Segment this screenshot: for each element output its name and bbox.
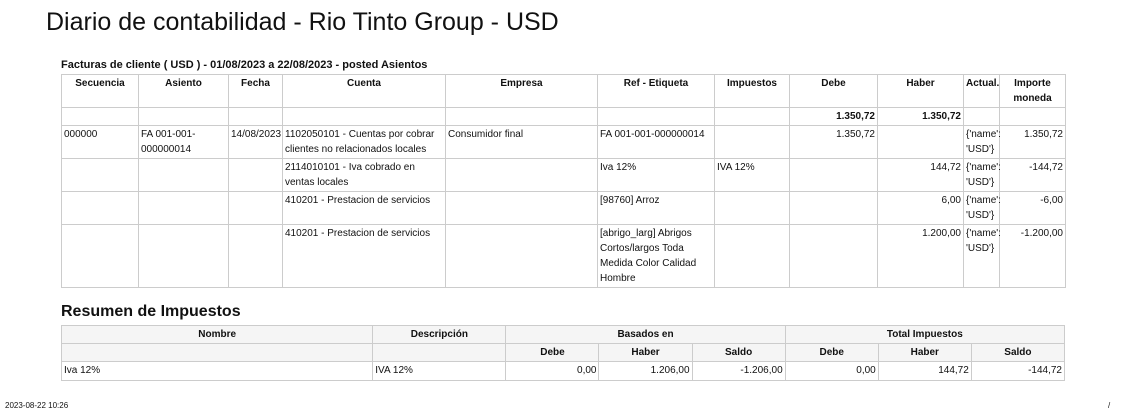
cell-nombre: Iva 12%: [60, 361, 374, 381]
cell-secuencia: [61, 158, 139, 192]
col-header: Debe: [505, 343, 600, 362]
cell-ref: [98760] Arroz: [597, 191, 715, 225]
journal-header-row: Secuencia Asiento Fecha Cuenta Empresa R…: [61, 74, 1066, 108]
cell-actual: {'name': 'USD'}: [963, 158, 1001, 192]
tax-subheader-row: Debe Haber Saldo Debe Haber Saldo: [60, 343, 1066, 362]
cell-tax-debe: 0,00: [784, 361, 879, 381]
cell-tax-saldo: -144,72: [970, 361, 1066, 381]
col-header: Importe moneda: [999, 74, 1066, 108]
cell-debe: [789, 224, 878, 288]
cell-empresa: [445, 158, 598, 192]
cell-impuestos: IVA 12%: [714, 158, 790, 192]
journal-table: Secuencia Asiento Fecha Cuenta Empresa R…: [61, 74, 1066, 288]
cell-base-haber: 1.206,00: [598, 361, 693, 381]
cell-secuencia: [61, 224, 139, 288]
cell-importe: 1.350,72: [999, 125, 1066, 159]
cell-haber: 1.200,00: [877, 224, 964, 288]
col-header: Haber: [598, 343, 693, 362]
table-row: 000000 FA 001-001-000000014 14/08/2023 1…: [61, 125, 1066, 159]
cell-cuenta: 2114010101 - Iva cobrado en ventas local…: [282, 158, 446, 192]
cell-ref: FA 001-001-000000014: [597, 125, 715, 159]
cell-ref: Iva 12%: [597, 158, 715, 192]
cell-actual: {'name': 'USD'}: [963, 224, 1001, 288]
table-row: 410201 - Prestacion de servicios [abrigo…: [61, 224, 1066, 288]
cell-actual: {'name': 'USD'}: [963, 125, 1001, 159]
cell-descripcion: IVA 12%: [372, 361, 507, 381]
cell-fecha: 14/08/2023: [228, 125, 283, 159]
cell-tax-haber: 144,72: [877, 361, 972, 381]
cell-haber: 144,72: [877, 158, 964, 192]
cell-debe: [789, 158, 878, 192]
tax-summary-heading: Resumen de Impuestos: [61, 303, 241, 320]
col-header: Secuencia: [61, 74, 139, 108]
print-timestamp: 2023-08-22 10:26: [5, 401, 69, 410]
col-header: Debe: [784, 343, 879, 362]
report-subtitle: Facturas de cliente ( USD ) - 01/08/2023…: [61, 59, 428, 71]
col-header: Cuenta: [282, 74, 446, 108]
cell-empresa: [445, 224, 598, 288]
total-debe: 1.350,72: [789, 107, 878, 126]
cell-fecha: [228, 191, 283, 225]
table-row: Iva 12% IVA 12% 0,00 1.206,00 -1.206,00 …: [60, 361, 1066, 381]
col-header: Total Impuestos: [784, 325, 1066, 344]
total-haber: 1.350,72: [877, 107, 964, 126]
cell-asiento: [138, 224, 229, 288]
cell-empresa: [445, 191, 598, 225]
tax-header-row: Nombre Descripción Basados en Total Impu…: [60, 325, 1066, 344]
page-number: /: [1108, 401, 1111, 410]
cell-cuenta: 410201 - Prestacion de servicios: [282, 224, 446, 288]
col-header: Nombre: [60, 325, 374, 344]
col-header: Actual.: [963, 74, 1000, 108]
col-header: Empresa: [445, 74, 598, 108]
totals-row: 1.350,72 1.350,72: [61, 107, 1066, 126]
cell-fecha: [228, 224, 283, 288]
cell-actual: {'name': 'USD'}: [963, 191, 1001, 225]
cell-secuencia: 000000: [61, 125, 139, 159]
table-row: 410201 - Prestacion de servicios [98760]…: [61, 191, 1066, 225]
cell-secuencia: [61, 191, 139, 225]
cell-ref: [abrigo_larg] Abrigos Cortos/largos Toda…: [597, 224, 715, 288]
col-header: Impuestos: [714, 74, 790, 108]
cell-haber: [877, 125, 964, 159]
col-header: Saldo: [970, 343, 1066, 362]
tax-summary-table: Nombre Descripción Basados en Total Impu…: [60, 325, 1066, 381]
cell-impuestos: [714, 224, 790, 288]
col-header: Ref - Etiqueta: [597, 74, 715, 108]
cell-debe: [789, 191, 878, 225]
cell-cuenta: 410201 - Prestacion de servicios: [282, 191, 446, 225]
cell-base-saldo: -1.206,00: [691, 361, 786, 381]
col-header: Debe: [789, 74, 878, 108]
col-header: Basados en: [505, 325, 786, 344]
cell-cuenta: 1102050101 - Cuentas por cobrar clientes…: [282, 125, 446, 159]
cell-importe: -6,00: [999, 191, 1066, 225]
col-header: Haber: [877, 343, 972, 362]
cell-importe: -1.200,00: [999, 224, 1066, 288]
cell-haber: 6,00: [877, 191, 964, 225]
col-header: Haber: [877, 74, 964, 108]
cell-empresa: Consumidor final: [445, 125, 598, 159]
cell-fecha: [228, 158, 283, 192]
col-header: Fecha: [228, 74, 283, 108]
cell-importe: -144,72: [999, 158, 1066, 192]
cell-asiento: [138, 158, 229, 192]
col-header: Saldo: [691, 343, 786, 362]
col-header: Asiento: [138, 74, 229, 108]
cell-asiento: [138, 191, 229, 225]
cell-base-debe: 0,00: [505, 361, 600, 381]
cell-impuestos: [714, 191, 790, 225]
report-title: Diario de contabilidad - Rio Tinto Group…: [46, 8, 559, 36]
cell-impuestos: [714, 125, 790, 159]
table-row: 2114010101 - Iva cobrado en ventas local…: [61, 158, 1066, 192]
cell-debe: 1.350,72: [789, 125, 878, 159]
cell-asiento: FA 001-001-000000014: [138, 125, 229, 159]
col-header: Descripción: [372, 325, 507, 344]
